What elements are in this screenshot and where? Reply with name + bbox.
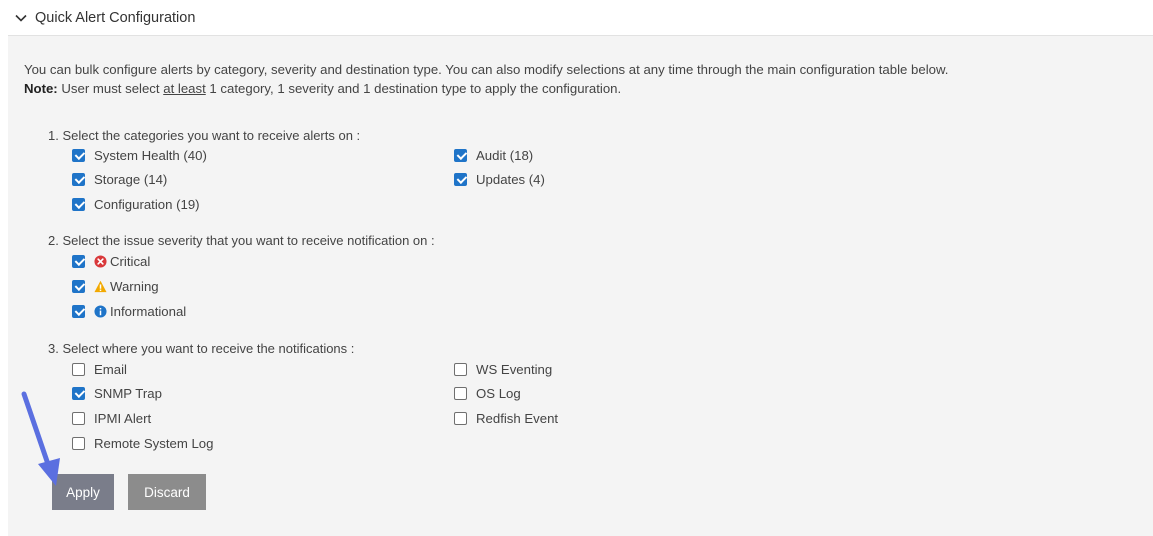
pointer-arrow-icon (21, 391, 60, 486)
note-label: Note: (24, 81, 58, 96)
chevron-down-icon (15, 14, 27, 22)
checkbox[interactable] (72, 304, 85, 318)
category-label: Storage (14) (94, 171, 168, 187)
section-title: Quick Alert Configuration (35, 10, 196, 26)
note-after: 1 category, 1 severity and 1 destination… (205, 81, 622, 96)
checkbox[interactable] (454, 386, 467, 400)
note-before: User must select (57, 81, 164, 96)
checkbox[interactable] (72, 197, 85, 211)
destinations-prompt: 3. Select where you want to receive the … (48, 341, 355, 356)
warning-icon (94, 280, 107, 292)
destination-remote-system-log[interactable]: Remote System Log (72, 434, 213, 452)
checkbox[interactable] (454, 148, 467, 162)
severity-critical[interactable]: Critical (72, 252, 150, 270)
checkbox[interactable] (72, 254, 85, 268)
destination-label: SNMP Trap (94, 385, 162, 401)
category-storage[interactable]: Storage (14) (72, 170, 167, 188)
checkbox[interactable] (454, 362, 467, 376)
category-system-health[interactable]: System Health (40) (72, 146, 207, 164)
checkbox[interactable] (72, 148, 85, 162)
category-label: Audit (18) (476, 147, 534, 163)
checkbox[interactable] (72, 279, 85, 293)
intro-text: You can bulk configure alerts by categor… (24, 60, 948, 98)
info-icon (94, 304, 107, 318)
discard-button[interactable]: Discard (128, 474, 206, 510)
config-panel (8, 35, 1153, 536)
intro-line: You can bulk configure alerts by categor… (24, 62, 949, 77)
section-toggle[interactable]: Quick Alert Configuration (14, 6, 195, 30)
severity-informational[interactable]: Informational (72, 302, 186, 320)
destination-ws-eventing[interactable]: WS Eventing (454, 360, 552, 378)
category-label: Updates (4) (476, 171, 545, 187)
severity-label: Warning (110, 278, 159, 294)
category-label: Configuration (19) (94, 196, 200, 212)
category-updates[interactable]: Updates (4) (454, 170, 545, 188)
destination-email[interactable]: Email (72, 360, 127, 378)
checkbox[interactable] (72, 362, 85, 376)
destination-label: Redfish Event (476, 410, 559, 426)
destination-os-log[interactable]: OS Log (454, 384, 521, 402)
destination-snmp-trap[interactable]: SNMP Trap (72, 384, 162, 402)
category-audit[interactable]: Audit (18) (454, 146, 533, 164)
category-label: System Health (40) (94, 147, 207, 163)
checkbox[interactable] (454, 411, 467, 425)
destination-label: Remote System Log (94, 435, 214, 451)
categories-prompt: 1. Select the categories you want to rec… (48, 128, 361, 143)
checkbox[interactable] (454, 172, 467, 186)
note-underlined: at least (163, 81, 206, 96)
checkbox[interactable] (72, 172, 85, 186)
severity-label: Critical (110, 253, 151, 269)
destination-label: IPMI Alert (94, 410, 152, 426)
destination-label: WS Eventing (476, 361, 553, 377)
critical-icon (94, 254, 107, 268)
severity-warning[interactable]: Warning (72, 277, 159, 295)
severity-label: Informational (110, 303, 187, 319)
severity-prompt: 2. Select the issue severity that you wa… (48, 233, 435, 248)
note-line: Note: User must select at least 1 catego… (24, 79, 948, 98)
category-configuration[interactable]: Configuration (19) (72, 195, 200, 213)
destination-label: OS Log (476, 385, 521, 401)
destination-ipmi-alert[interactable]: IPMI Alert (72, 409, 151, 427)
destination-label: Email (94, 361, 127, 377)
destination-redfish-event[interactable]: Redfish Event (454, 409, 558, 427)
